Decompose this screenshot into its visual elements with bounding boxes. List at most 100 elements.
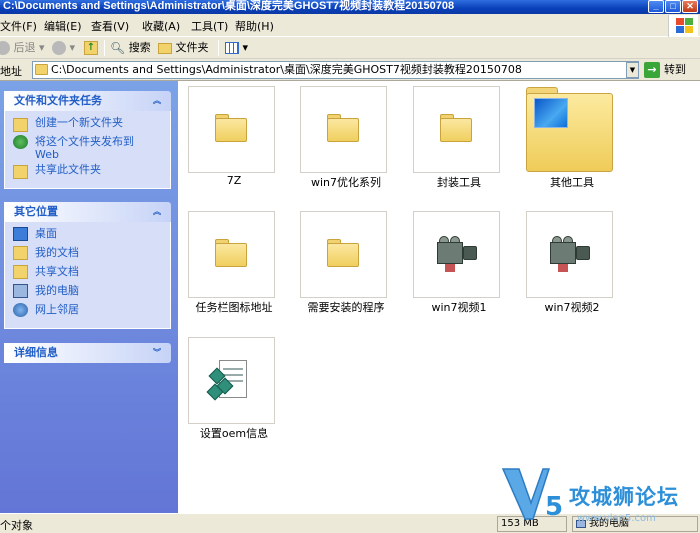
video-camera-icon — [437, 236, 479, 272]
v5-logo-icon: 5 — [501, 468, 563, 522]
thumbnail — [413, 86, 500, 173]
back-arrow-icon — [0, 41, 10, 55]
menu-favorites[interactable]: 收藏(A) — [142, 18, 180, 34]
back-label: 后退 — [13, 41, 36, 54]
svg-text:5: 5 — [545, 492, 563, 522]
other-places-body: 桌面 我的文档 共享文档 我的电脑 网上邻居 — [4, 222, 171, 329]
forward-arrow-icon — [52, 41, 66, 55]
address-input[interactable]: C:\Documents and Settings\Administrator\… — [32, 61, 639, 79]
status-object-count: 个对象 — [0, 519, 33, 532]
place-network-label: 网上邻居 — [35, 303, 79, 316]
folder-icon — [327, 239, 359, 267]
folder-icon — [35, 64, 48, 75]
file-name: win7视频2 — [544, 301, 600, 314]
place-my-documents-label: 我的文档 — [35, 246, 79, 259]
forward-button[interactable]: ▾ — [52, 40, 75, 56]
task-new-folder[interactable]: 创建一个新文件夹 — [13, 116, 170, 133]
place-desktop-label: 桌面 — [35, 227, 57, 240]
file-folder-tasks-title: 文件和文件夹任务 — [14, 94, 102, 107]
address-dropdown-button[interactable]: ▼ — [626, 62, 639, 78]
file-folder-tasks-body: 创建一个新文件夹 将这个文件夹发布到 Web 共享此文件夹 — [4, 111, 171, 189]
menu-view[interactable]: 查看(V) — [91, 18, 129, 34]
menu-file[interactable]: 文件(F) — [0, 18, 37, 34]
place-desktop[interactable]: 桌面 — [13, 227, 170, 244]
details-title: 详细信息 — [14, 346, 58, 359]
go-label: 转到 — [664, 63, 686, 76]
folders-button[interactable]: 文件夹 — [158, 40, 209, 56]
task-share-folder[interactable]: 共享此文件夹 — [13, 163, 170, 180]
views-button[interactable]: ▾ — [225, 40, 248, 56]
place-my-computer-label: 我的电脑 — [35, 284, 79, 297]
search-label: 搜索 — [128, 41, 151, 54]
other-places-header[interactable]: 其它位置 ︽ — [4, 202, 171, 222]
menu-bar: 文件(F) 编辑(E) 查看(V) 收藏(A) 工具(T) 帮助(H) — [0, 14, 700, 37]
windows-logo-icon — [668, 15, 698, 37]
up-folder-button[interactable]: ↑ — [84, 40, 98, 56]
picture-folder-icon — [526, 86, 613, 173]
place-my-documents[interactable]: 我的文档 — [13, 246, 170, 263]
close-button[interactable]: ✕ — [682, 0, 698, 13]
window-title: C:\Documents and Settings\Administrator\… — [3, 0, 455, 12]
place-network[interactable]: 网上邻居 — [13, 303, 170, 320]
place-my-computer[interactable]: 我的电脑 — [13, 284, 170, 301]
back-button[interactable]: 后退 ▾ — [0, 40, 45, 56]
watermark: 5 攻城狮论坛 www.vlan5.com — [497, 463, 700, 529]
search-button[interactable]: 🔍︎ 搜索 — [110, 40, 151, 56]
desktop-icon — [13, 227, 28, 241]
thumbnail — [413, 211, 500, 298]
folders-icon — [158, 42, 172, 54]
details-panel: 详细信息 ︾ — [4, 343, 171, 363]
expand-chevron-icon[interactable]: ︾ — [151, 347, 163, 359]
menu-help[interactable]: 帮助(H) — [235, 18, 274, 34]
task-new-folder-label: 创建一个新文件夹 — [35, 116, 123, 129]
file-folder-tasks-panel: 文件和文件夹任务 ︽ 创建一个新文件夹 将这个文件夹发布到 Web 共享此文件夹 — [4, 91, 171, 189]
collapse-chevron-icon[interactable]: ︽ — [151, 206, 163, 218]
thumbnail — [300, 211, 387, 298]
task-share-folder-label: 共享此文件夹 — [35, 163, 101, 176]
share-folder-icon — [13, 165, 28, 179]
task-pane: 文件和文件夹任务 ︽ 创建一个新文件夹 将这个文件夹发布到 Web 共享此文件夹… — [0, 81, 178, 513]
publish-web-icon — [13, 135, 28, 149]
other-places-panel: 其它位置 ︽ 桌面 我的文档 共享文档 我的电脑 网上邻居 — [4, 202, 171, 329]
title-bar: C:\Documents and Settings\Administrator\… — [0, 0, 700, 14]
up-folder-icon: ↑ — [84, 41, 98, 55]
folder-icon — [215, 114, 247, 142]
other-places-title: 其它位置 — [14, 205, 58, 218]
address-bar: 地址 C:\Documents and Settings\Administrat… — [0, 59, 700, 81]
file-list-view: 7Z win7优化系列 封装工具 其他工具 任务栏图标地址 需要安装的程序 wi… — [178, 81, 700, 513]
place-shared-documents[interactable]: 共享文档 — [13, 265, 170, 282]
folders-label: 文件夹 — [175, 41, 209, 54]
watermark-brand: 攻城狮论坛 — [569, 485, 679, 509]
network-icon — [13, 303, 28, 317]
new-folder-icon — [13, 118, 28, 132]
task-publish-web[interactable]: 将这个文件夹发布到 Web — [13, 135, 170, 161]
task-publish-web-label: 将这个文件夹发布到 Web — [35, 135, 134, 161]
thumbnail — [526, 211, 613, 298]
file-name: 设置oem信息 — [199, 427, 269, 440]
folder-icon — [440, 114, 472, 142]
thumbnail — [300, 86, 387, 173]
folder-icon — [215, 239, 247, 267]
menu-tools[interactable]: 工具(T) — [191, 18, 228, 34]
my-computer-icon — [13, 284, 28, 298]
thumbnail — [526, 86, 613, 173]
video-camera-icon — [550, 236, 592, 272]
watermark-url: www.vlan5.com — [577, 513, 656, 524]
address-value: C:\Documents and Settings\Administrator\… — [51, 63, 522, 76]
maximize-button[interactable]: □ — [665, 0, 681, 13]
place-shared-documents-label: 共享文档 — [35, 265, 79, 278]
go-button[interactable]: → 转到 — [644, 61, 686, 79]
thumbnail — [188, 86, 275, 173]
file-folder-tasks-header[interactable]: 文件和文件夹任务 ︽ — [4, 91, 171, 111]
menu-edit[interactable]: 编辑(E) — [44, 18, 82, 34]
thumbnail — [188, 337, 275, 424]
minimize-button[interactable]: _ — [648, 0, 664, 13]
collapse-chevron-icon[interactable]: ︽ — [151, 95, 163, 107]
folder-icon — [327, 114, 359, 142]
shared-documents-icon — [13, 265, 28, 279]
my-documents-icon — [13, 246, 28, 260]
toolbar: 后退 ▾ ▾ ↑ 🔍︎ 搜索 文件夹 ▾ — [0, 37, 700, 59]
script-file-icon — [206, 356, 251, 402]
details-header[interactable]: 详细信息 ︾ — [4, 343, 171, 363]
views-grid-icon — [225, 42, 239, 54]
